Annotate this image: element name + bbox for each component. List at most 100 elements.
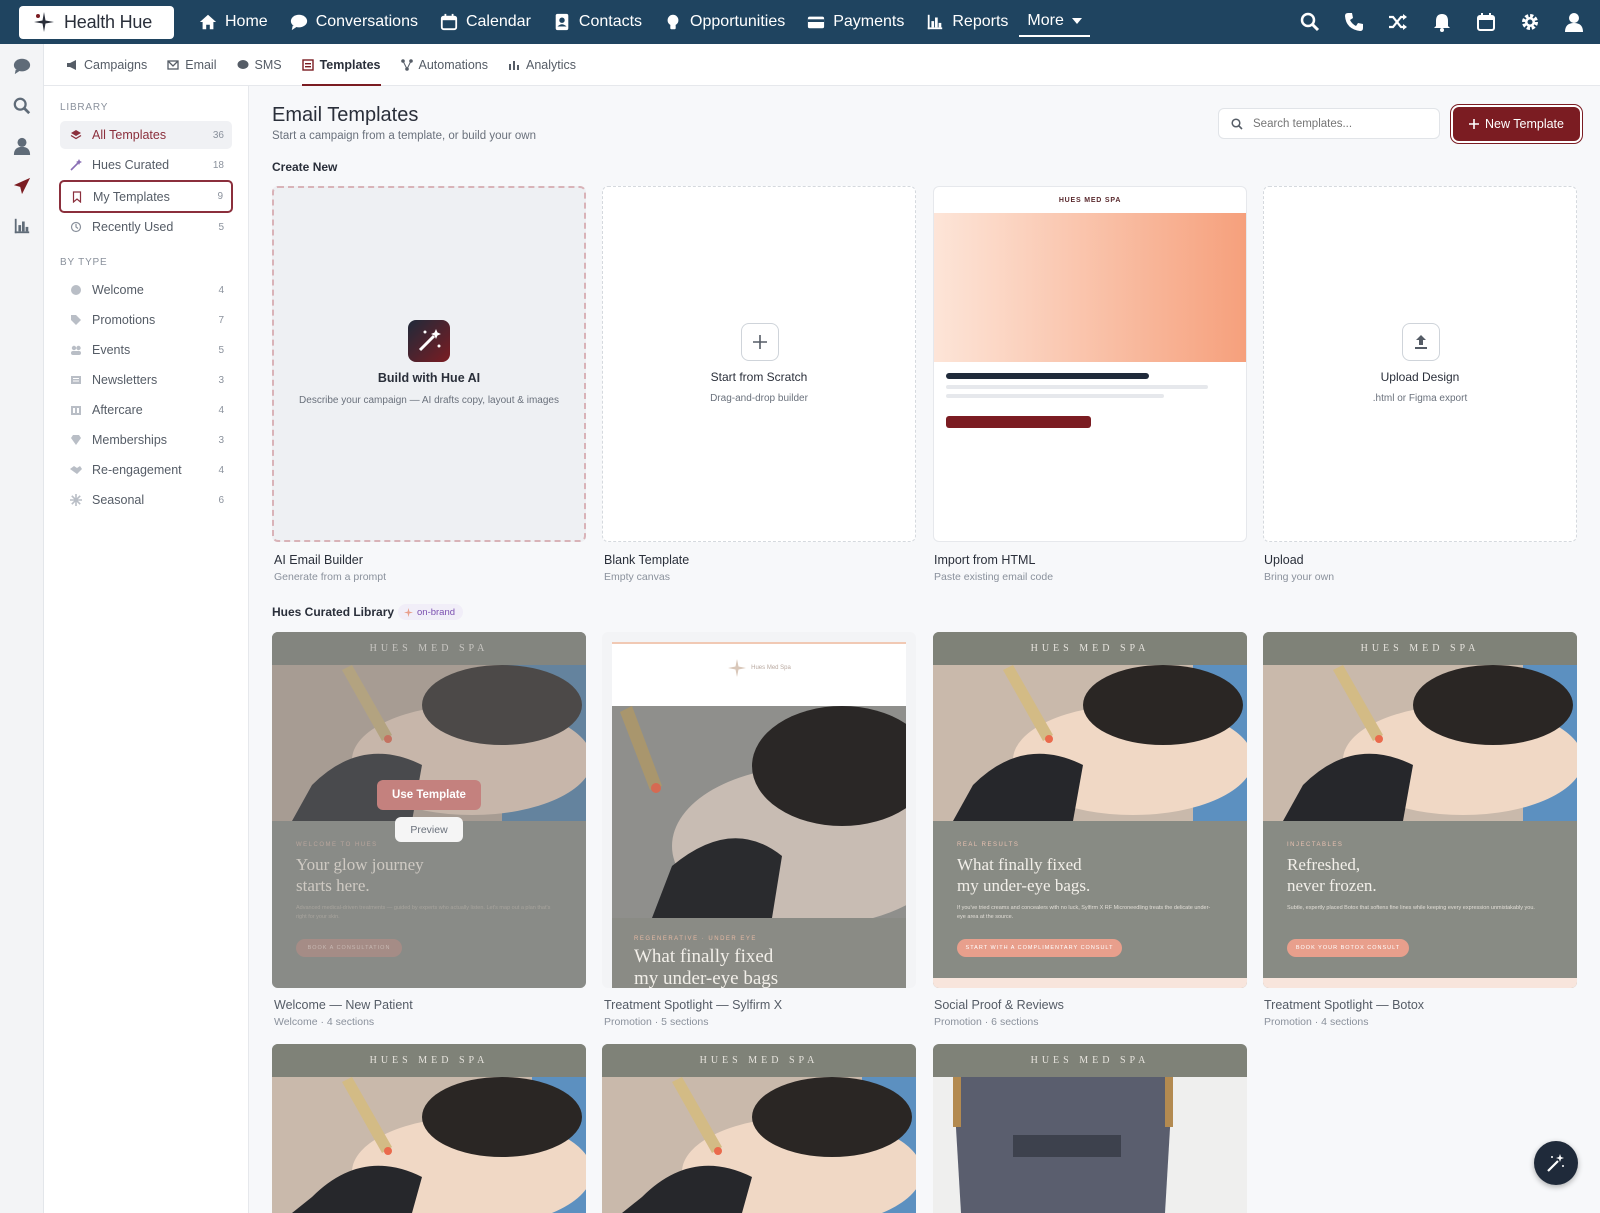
sidebar-item-events[interactable]: Events 5 (60, 336, 232, 364)
sidebar-item-seasonal[interactable]: Seasonal 6 (60, 486, 232, 514)
user-icon[interactable] (13, 137, 31, 155)
email-frame: Hues Med Spa REGENERATIVE · UNDER EYE Wh… (612, 642, 906, 988)
treatment-photo (602, 1077, 916, 1213)
plus-icon (753, 335, 767, 349)
sms-icon (237, 59, 248, 69)
blank-card-sub: Drag-and-drop builder (710, 393, 808, 404)
sidebar-item-aftercare[interactable]: Aftercare 4 (60, 396, 232, 424)
tab-automations[interactable]: Automations (400, 44, 488, 86)
nav-utilities (1300, 0, 1584, 44)
template-eyebrow: REGENERATIVE · UNDER EYE (634, 936, 757, 942)
upload-card-title: Upload Design (1380, 370, 1460, 384)
shuffle-icon[interactable] (1388, 12, 1408, 32)
handshake-icon (70, 466, 82, 474)
sparkle-icon (404, 607, 413, 617)
preview-line (946, 385, 1208, 389)
top-navbar: Health Hue Home Conversations Calendar C… (0, 0, 1600, 44)
ai-builder-card[interactable]: Build with Hue AI Describe your campaign… (272, 186, 586, 542)
sidebar-item-count: 5 (218, 344, 224, 356)
card-icon (808, 16, 825, 29)
send-icon[interactable] (13, 177, 31, 195)
tab-templates-label: Templates (319, 57, 381, 72)
sidebar-item-label: Aftercare (92, 403, 143, 417)
brand-logo[interactable]: Health Hue (19, 5, 174, 39)
sidebar-item-hues-curated[interactable]: Hues Curated 18 (60, 151, 232, 179)
template-headline: Refreshed, never frozen. (1287, 854, 1377, 896)
megaphone-icon (67, 59, 76, 70)
chart-icon[interactable] (13, 217, 31, 235)
home-icon (199, 14, 217, 30)
template-card-social-proof[interactable]: HUES MED SPA REAL RESULTS What finally f… (933, 632, 1247, 988)
import-html-card[interactable]: HUES MED SPA (933, 186, 1247, 542)
sidebar-item-count: 4 (218, 464, 224, 476)
phone-icon[interactable] (1344, 12, 1364, 32)
sidebar-item-welcome[interactable]: Welcome 4 (60, 276, 232, 304)
tab-analytics[interactable]: Analytics (508, 44, 576, 86)
tab-campaigns[interactable]: Campaigns (66, 44, 147, 86)
user-icon[interactable] (1564, 12, 1584, 32)
template-card[interactable]: HUES MED SPA (933, 1044, 1247, 1213)
gear-icon[interactable] (1520, 12, 1540, 32)
template-card-welcome[interactable]: HUES MED SPA WELCOME TO HUES Your glow j… (272, 632, 586, 988)
template-card-sylfirm[interactable]: Hues Med Spa REGENERATIVE · UNDER EYE Wh… (602, 632, 916, 988)
calendar-icon (440, 13, 458, 31)
library-heading: LIBRARY (60, 102, 109, 113)
sidebar-item-newsletters[interactable]: Newsletters 3 (60, 366, 232, 394)
new-template-button[interactable]: New Template (1453, 107, 1580, 141)
sidebar-item-re-engagement[interactable]: Re-engagement 4 (60, 456, 232, 484)
ai-card-sub: Describe your campaign — AI drafts copy,… (299, 395, 559, 406)
nav-calendar[interactable]: Calendar (429, 0, 542, 44)
search-icon (1231, 117, 1243, 130)
use-template-button[interactable]: Use Template (377, 780, 481, 810)
nav-home[interactable]: Home (188, 0, 279, 44)
template-headline: What finally fixed my under-eye bags. (957, 854, 1090, 896)
device-photo (933, 1077, 1247, 1213)
sidebar-item-all-templates[interactable]: All Templates 36 (60, 121, 232, 149)
preview-button[interactable]: Preview (395, 817, 463, 842)
nav-payments-label: Payments (833, 13, 905, 30)
sidebar-item-label: Hues Curated (92, 158, 170, 172)
chat-icon[interactable] (13, 57, 31, 75)
upload-card[interactable]: Upload Design .html or Figma export (1263, 186, 1577, 542)
headline-line-1: What finally fixed (957, 855, 1082, 874)
sidebar-item-my-templates[interactable]: My Templates 9 (59, 180, 233, 213)
search-icon[interactable] (13, 97, 31, 115)
search-input[interactable] (1253, 117, 1423, 130)
calendar-icon[interactable] (1476, 12, 1496, 32)
template-sidebar: LIBRARY All Templates 36 Hues Curated 18… (44, 86, 249, 1213)
new-template-label: New Template (1485, 117, 1564, 131)
search-icon[interactable] (1300, 12, 1320, 32)
sidebar-item-label: Promotions (92, 313, 156, 327)
template-card-botox[interactable]: HUES MED SPA INJECTABLES Refreshed, neve… (1263, 632, 1577, 988)
nav-conversations[interactable]: Conversations (279, 0, 429, 44)
upload-tile (1402, 323, 1440, 361)
sidebar-item-memberships[interactable]: Memberships 3 (60, 426, 232, 454)
lightbulb-icon (667, 14, 679, 30)
treatment-photo (612, 706, 906, 918)
nav-contacts[interactable]: Contacts (542, 0, 653, 44)
nav-home-label: Home (225, 13, 268, 30)
upload-card-sub: .html or Figma export (1372, 393, 1468, 404)
nav-payments[interactable]: Payments (796, 0, 915, 44)
ai-assistant-button[interactable] (1534, 1141, 1578, 1185)
blank-template-card[interactable]: Start from Scratch Drag-and-drop builder (602, 186, 916, 542)
bell-icon[interactable] (1432, 12, 1452, 32)
nav-more[interactable]: More (1019, 7, 1090, 37)
sidebar-item-recently-used[interactable]: Recently Used 5 (60, 213, 232, 241)
sidebar-item-count: 5 (218, 221, 224, 233)
template-card[interactable]: HUES MED SPA (272, 1044, 586, 1213)
email-brand-row: Hues Med Spa (612, 658, 906, 678)
brand-mark-icon (728, 659, 747, 677)
wave-hand-icon (71, 285, 81, 295)
template-search[interactable] (1218, 108, 1440, 139)
tab-email[interactable]: Email (167, 44, 217, 86)
tab-sms[interactable]: SMS (237, 44, 282, 86)
badge-label: on-brand (417, 606, 456, 618)
nav-opportunities[interactable]: Opportunities (653, 0, 796, 44)
email-brand-band: HUES MED SPA (1263, 632, 1577, 665)
tab-templates[interactable]: Templates (301, 44, 381, 86)
template-card[interactable]: HUES MED SPA (602, 1044, 916, 1213)
nav-reports[interactable]: Reports (915, 0, 1019, 44)
sidebar-item-promotions[interactable]: Promotions 7 (60, 306, 232, 334)
headline-line-1: Refreshed, (1287, 855, 1361, 874)
